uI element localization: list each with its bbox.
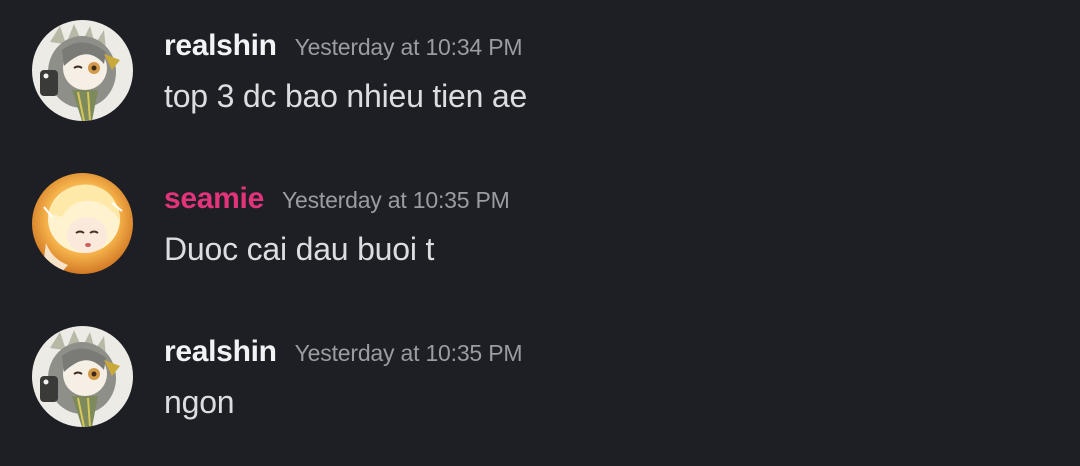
anime-girl-blonde-hair-avatar-icon	[32, 173, 133, 274]
anime-girl-gray-hair-avatar-icon	[32, 326, 133, 427]
message-content: Duoc cai dau buoi t	[164, 231, 435, 267]
avatar-seamie[interactable]	[32, 173, 133, 274]
username[interactable]: seamie	[164, 182, 264, 215]
chat-message: realshin Yesterday at 10:35 PM ngon	[0, 326, 1080, 446]
chat-message-list: realshin Yesterday at 10:34 PM top 3 dc b…	[0, 0, 1080, 466]
avatar-realshin[interactable]	[32, 20, 133, 121]
message-header: seamie Yesterday at 10:35 PM	[164, 181, 510, 222]
message-content: top 3 dc bao nhieu tien ae	[164, 78, 528, 114]
message-header: realshin Yesterday at 10:35 PM	[164, 334, 523, 375]
timestamp[interactable]: Yesterday at 10:35 PM	[295, 340, 523, 366]
username[interactable]: realshin	[164, 29, 277, 62]
timestamp[interactable]: Yesterday at 10:35 PM	[282, 187, 510, 213]
timestamp[interactable]: Yesterday at 10:34 PM	[295, 34, 523, 60]
avatar-realshin[interactable]	[32, 326, 133, 427]
message-header: realshin Yesterday at 10:34 PM	[164, 28, 523, 69]
chat-message: realshin Yesterday at 10:34 PM top 3 dc b…	[0, 20, 1080, 140]
chat-message: seamie Yesterday at 10:35 PM Duoc cai dau…	[0, 173, 1080, 293]
username[interactable]: realshin	[164, 335, 277, 368]
anime-girl-gray-hair-avatar-icon	[32, 20, 133, 121]
message-content: ngon	[164, 384, 235, 420]
